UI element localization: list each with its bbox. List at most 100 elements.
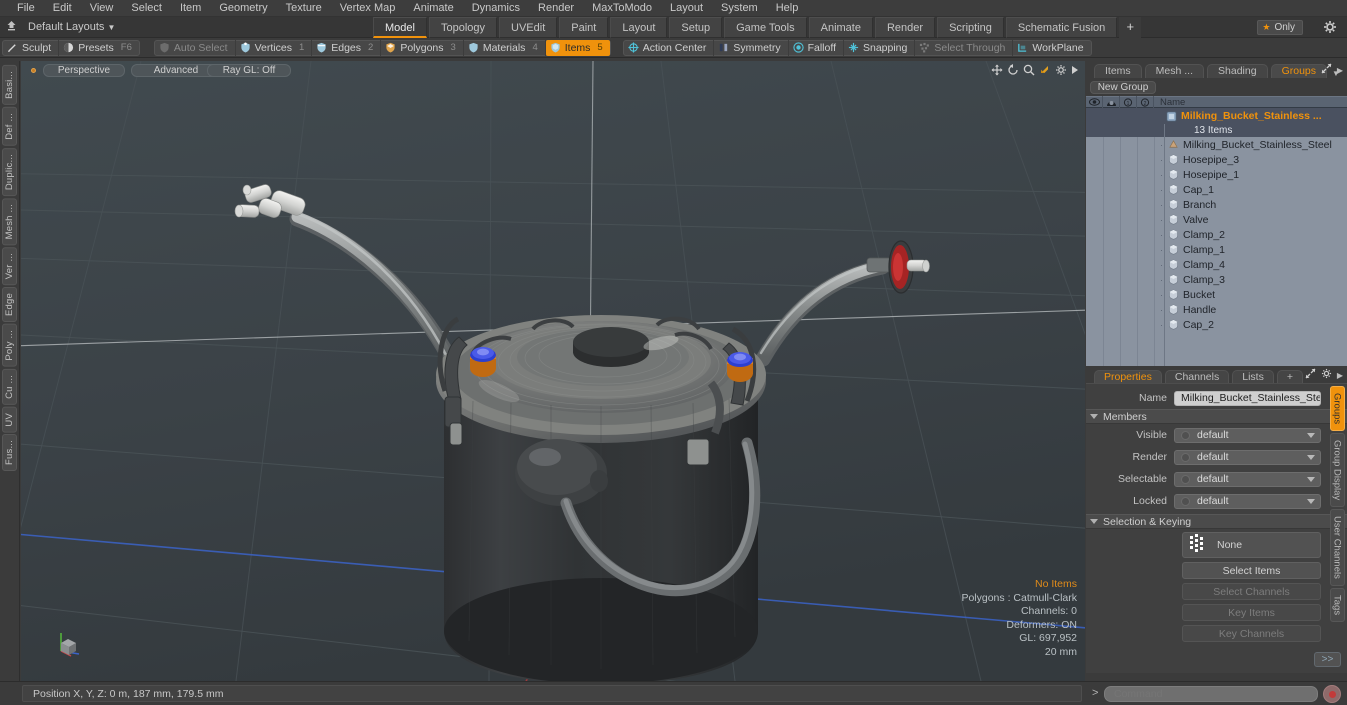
selection-mode-button[interactable]: None <box>1182 532 1321 558</box>
menu-item-texture[interactable]: Texture <box>277 0 331 17</box>
viewport-view-dropdown[interactable]: Perspective <box>43 64 125 77</box>
properties-tab-properties[interactable]: Properties <box>1094 370 1162 383</box>
items-tree-row[interactable]: · Cap_1 <box>1086 182 1347 197</box>
items-tree-row[interactable]: · Valve <box>1086 212 1347 227</box>
toolbar-item-action-center[interactable]: Action Center <box>624 39 715 56</box>
toolbar-item-auto-select[interactable]: Auto Select <box>155 39 236 56</box>
layout-tab-layout[interactable]: Layout <box>610 17 668 38</box>
toolbar-item-vertices[interactable]: Vertices 1 <box>236 39 313 56</box>
group-name-field[interactable]: Milking_Bucket_Stainless_Steel (2 <box>1174 390 1321 406</box>
menu-item-layout[interactable]: Layout <box>661 0 712 17</box>
items-tree-group-row[interactable]: Milking_Bucket_Stainless ... <box>1086 108 1347 124</box>
items-panel-tab-groups[interactable]: Groups <box>1270 64 1328 78</box>
left-tool-tab-6[interactable]: Poly ... <box>2 324 17 367</box>
items-tree-row[interactable]: · Branch <box>1086 197 1347 212</box>
zoom-icon[interactable] <box>1023 64 1035 76</box>
layout-tab-game-tools[interactable]: Game Tools <box>724 17 807 38</box>
left-tool-tab-7[interactable]: Cu ... <box>2 368 17 405</box>
layout-tab-render[interactable]: Render <box>874 17 936 38</box>
menu-item-help[interactable]: Help <box>767 0 808 17</box>
member-field-locked-dropdown[interactable]: default <box>1174 493 1321 509</box>
items-tree-row[interactable]: · Clamp_1 <box>1086 242 1347 257</box>
member-field-visible-dropdown[interactable]: default <box>1174 427 1321 443</box>
members-section-header[interactable]: Members <box>1086 409 1347 424</box>
left-tool-tab-3[interactable]: Mesh ... <box>2 197 17 246</box>
items-tree-row[interactable]: · Handle <box>1086 302 1347 317</box>
only-toggle[interactable]: ★ Only <box>1257 20 1303 35</box>
member-field-render-dropdown[interactable]: default <box>1174 449 1321 465</box>
menu-item-view[interactable]: View <box>81 0 123 17</box>
layout-tab-schematic-fusion[interactable]: Schematic Fusion <box>1005 17 1118 38</box>
items-tree-row[interactable]: · Clamp_3 <box>1086 272 1347 287</box>
toolbar-item-items[interactable]: Items 5 <box>545 39 610 56</box>
new-group-button[interactable]: New Group <box>1090 81 1156 94</box>
render-icon[interactable] <box>1103 96 1120 108</box>
home-icon[interactable] <box>0 20 22 34</box>
rotate-icon[interactable] <box>1007 64 1019 76</box>
right-tab-groups[interactable]: Groups <box>1329 386 1345 432</box>
menu-item-render[interactable]: Render <box>529 0 583 17</box>
items-tree-row[interactable]: · Milking_Bucket_Stainless_Steel <box>1086 137 1347 152</box>
record-icon[interactable] <box>1323 685 1341 703</box>
menu-item-maxtomodo[interactable]: MaxToModo <box>583 0 661 17</box>
toolbar-item-materials[interactable]: Materials 4 <box>464 39 546 56</box>
toolbar-item-workplane[interactable]: WorkPlane <box>1013 40 1090 56</box>
layout-tab-model[interactable]: Model <box>373 17 427 38</box>
gear-icon[interactable] <box>1055 64 1067 76</box>
toolbar-item-symmetry[interactable]: Symmetry <box>714 39 789 56</box>
items-panel-tab-shading[interactable]: Shading <box>1207 64 1268 78</box>
3d-viewport[interactable]: Perspective Advanced Ray GL: Off No Item… <box>21 61 1085 681</box>
left-tool-tab-9[interactable]: Fus... <box>2 434 17 472</box>
expand-icon[interactable] <box>1321 63 1332 77</box>
items-tree-row[interactable]: · Clamp_2 <box>1086 227 1347 242</box>
menu-item-file[interactable]: File <box>8 0 44 17</box>
toolbar-item-presets[interactable]: Presets F6 <box>59 40 139 56</box>
layout-tab-animate[interactable]: Animate <box>808 17 873 38</box>
layout-tab-paint[interactable]: Paint <box>559 17 609 38</box>
right-tab-user-channels[interactable]: User Channels <box>1329 509 1345 587</box>
default-layouts-dropdown[interactable]: Default Layouts ▼ <box>22 17 121 38</box>
eye-icon[interactable] <box>1086 96 1103 108</box>
add-layout-tab-button[interactable]: + <box>1119 17 1142 38</box>
viewport-raygl-toggle[interactable]: Ray GL: Off <box>207 64 291 77</box>
menu-item-item[interactable]: Item <box>171 0 210 17</box>
right-tab-group-display[interactable]: Group Display <box>1329 433 1345 508</box>
left-tool-tab-1[interactable]: Def ... <box>2 106 17 146</box>
left-tool-tab-0[interactable]: Basi... <box>2 65 17 105</box>
items-tree[interactable]: Milking_Bucket_Stainless ... 13 Items · Mil… <box>1086 108 1347 366</box>
properties-tab--[interactable]: + <box>1276 370 1303 383</box>
items-tree-row[interactable]: · Clamp_4 <box>1086 257 1347 272</box>
layout-tab-scripting[interactable]: Scripting <box>937 17 1004 38</box>
move-icon[interactable] <box>991 64 1003 76</box>
toolbar-item-snapping[interactable]: Snapping <box>844 39 916 56</box>
button-select-items[interactable]: Select Items <box>1182 562 1321 579</box>
left-tool-tab-5[interactable]: Edge <box>2 287 17 323</box>
panel-menu-arrow-icon[interactable]: ▶ <box>1337 66 1343 75</box>
select-icon[interactable]: 2 <box>1137 96 1154 108</box>
layout-tab-uvedit[interactable]: UVEdit <box>499 17 558 38</box>
toolbar-item-falloff[interactable]: Falloff <box>789 39 844 56</box>
properties-tab-lists[interactable]: Lists <box>1232 370 1274 383</box>
left-tool-tab-8[interactable]: UV <box>2 406 17 433</box>
items-tree-row[interactable]: · Hosepipe_1 <box>1086 167 1347 182</box>
viewport-menu-dot-icon[interactable] <box>31 68 36 73</box>
layout-tab-setup[interactable]: Setup <box>669 17 723 38</box>
axis-gizmo[interactable] <box>55 627 85 657</box>
menu-item-system[interactable]: System <box>712 0 767 17</box>
toolbar-item-polygons[interactable]: Polygons 3 <box>381 39 464 56</box>
items-tree-row[interactable]: · Bucket <box>1086 287 1347 302</box>
menu-item-select[interactable]: Select <box>122 0 171 17</box>
command-input[interactable] <box>1104 686 1318 702</box>
lock-icon[interactable]: 1 <box>1120 96 1137 108</box>
play-icon[interactable] <box>1071 65 1079 75</box>
menu-item-animate[interactable]: Animate <box>404 0 462 17</box>
items-tree-row[interactable]: · Cap_2 <box>1086 317 1347 332</box>
member-field-selectable-dropdown[interactable]: default <box>1174 471 1321 487</box>
left-tool-tab-2[interactable]: Duplic... <box>2 147 17 196</box>
items-panel-tab-mesh-[interactable]: Mesh ... <box>1144 64 1205 78</box>
toolbar-item-edges[interactable]: Edges 2 <box>312 39 382 56</box>
gear-icon[interactable] <box>1321 368 1332 382</box>
menu-item-geometry[interactable]: Geometry <box>210 0 276 17</box>
fit-icon[interactable] <box>1039 64 1051 76</box>
items-tree-row[interactable]: · Hosepipe_3 <box>1086 152 1347 167</box>
